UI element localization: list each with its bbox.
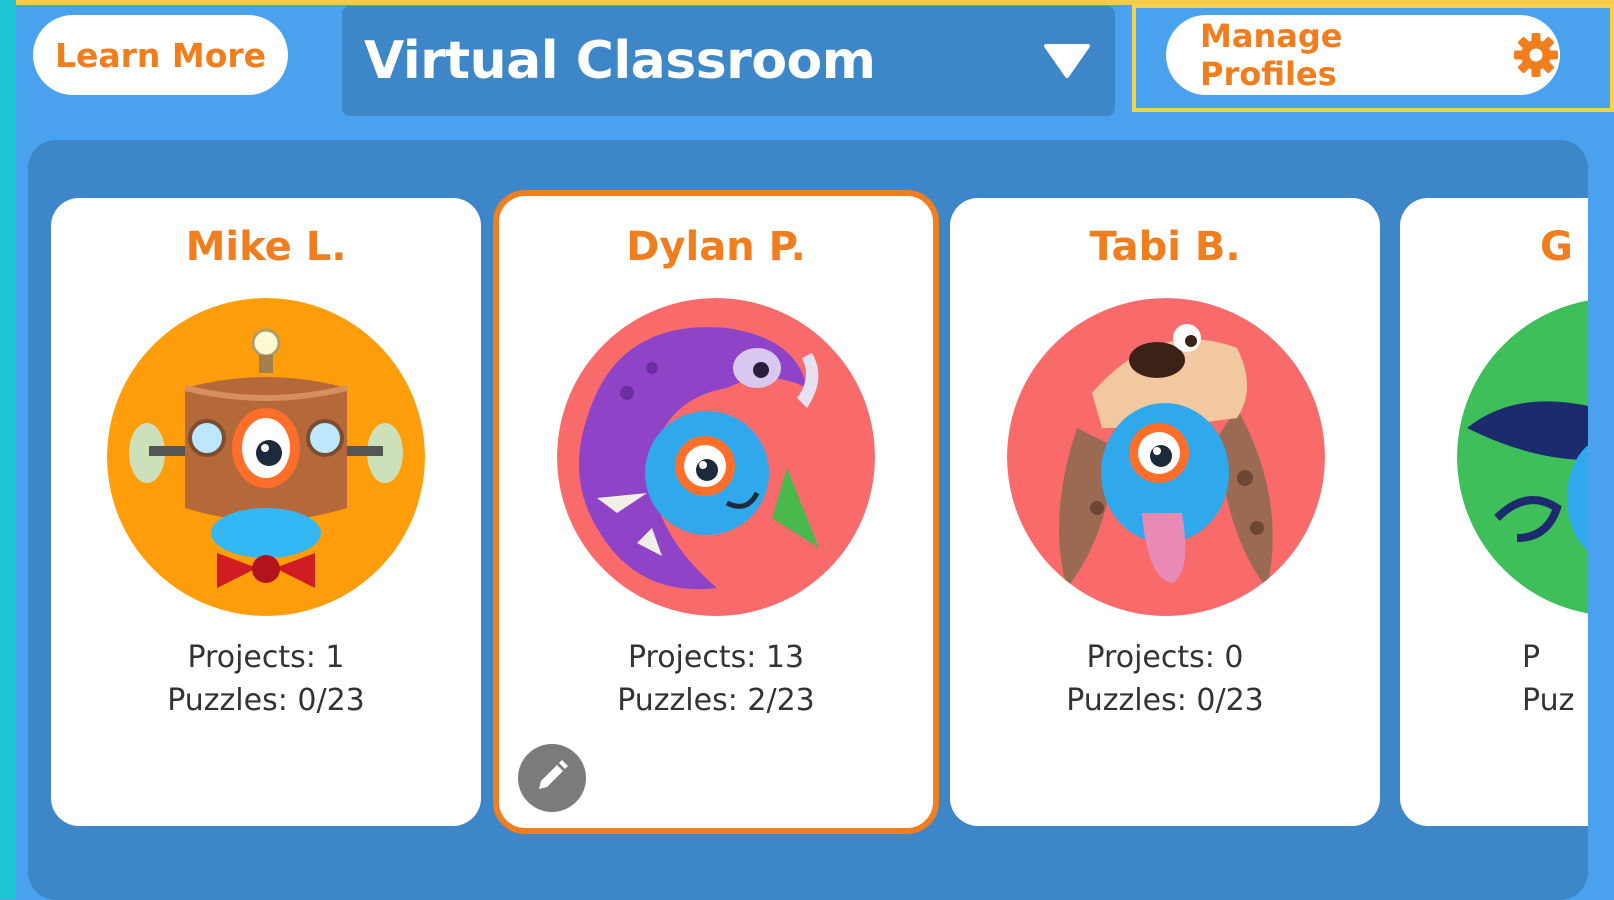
profile-card-partial[interactable]: G P Puz bbox=[1400, 198, 1588, 826]
classroom-dropdown-label: Virtual Classroom bbox=[364, 31, 876, 91]
profile-card-dylan[interactable]: Dylan P. Projects: 13 Puzzles: 2/23 bbox=[493, 190, 939, 834]
manage-profiles-button[interactable]: Manage Profiles bbox=[1166, 15, 1560, 95]
learn-more-button[interactable]: Learn More bbox=[33, 15, 288, 95]
profile-stats: P Puz bbox=[1522, 636, 1574, 722]
profile-card-tabi[interactable]: Tabi B. Projects: 0 Puzzles: 0/23 bbox=[950, 198, 1380, 826]
profile-card-mike[interactable]: Mike L. Projects: 1 Puzzles: 0/23 bbox=[51, 198, 481, 826]
profile-name: Dylan P. bbox=[626, 224, 806, 270]
projects-count: P bbox=[1522, 640, 1541, 675]
projects-count: Projects: 1 bbox=[187, 640, 345, 675]
profile-name: Tabi B. bbox=[1089, 224, 1241, 270]
left-accent-strip bbox=[0, 0, 16, 899]
profile-stats: Projects: 1 Puzzles: 0/23 bbox=[51, 636, 481, 722]
gear-icon bbox=[1512, 31, 1560, 79]
puzzles-count: Puzzles: 0/23 bbox=[1066, 683, 1264, 718]
profiles-panel: Mike L. Projects: 1 Puzzles: 0/23 Dylan … bbox=[28, 140, 1588, 900]
puzzles-count: Puzzles: 2/23 bbox=[617, 683, 815, 718]
edit-profile-button[interactable] bbox=[518, 744, 586, 812]
wizard-avatar bbox=[1457, 298, 1588, 616]
dropdown-triangle-icon bbox=[1043, 41, 1091, 81]
puzzles-count: Puz bbox=[1522, 683, 1575, 718]
manage-profiles-label: Manage Profiles bbox=[1200, 17, 1343, 93]
profile-name: G bbox=[1540, 224, 1573, 270]
dog-avatar bbox=[1007, 298, 1325, 616]
projects-count: Projects: 13 bbox=[627, 640, 805, 675]
profile-stats: Projects: 0 Puzzles: 0/23 bbox=[950, 636, 1380, 722]
profile-stats: Projects: 13 Puzzles: 2/23 bbox=[499, 636, 933, 722]
pencil-icon bbox=[534, 758, 570, 798]
profile-name: Mike L. bbox=[185, 224, 347, 270]
classroom-dropdown[interactable]: Virtual Classroom bbox=[342, 6, 1115, 116]
robot-avatar bbox=[107, 298, 425, 616]
projects-count: Projects: 0 bbox=[1086, 640, 1244, 675]
puzzles-count: Puzzles: 0/23 bbox=[167, 683, 365, 718]
monster-avatar bbox=[557, 298, 875, 616]
